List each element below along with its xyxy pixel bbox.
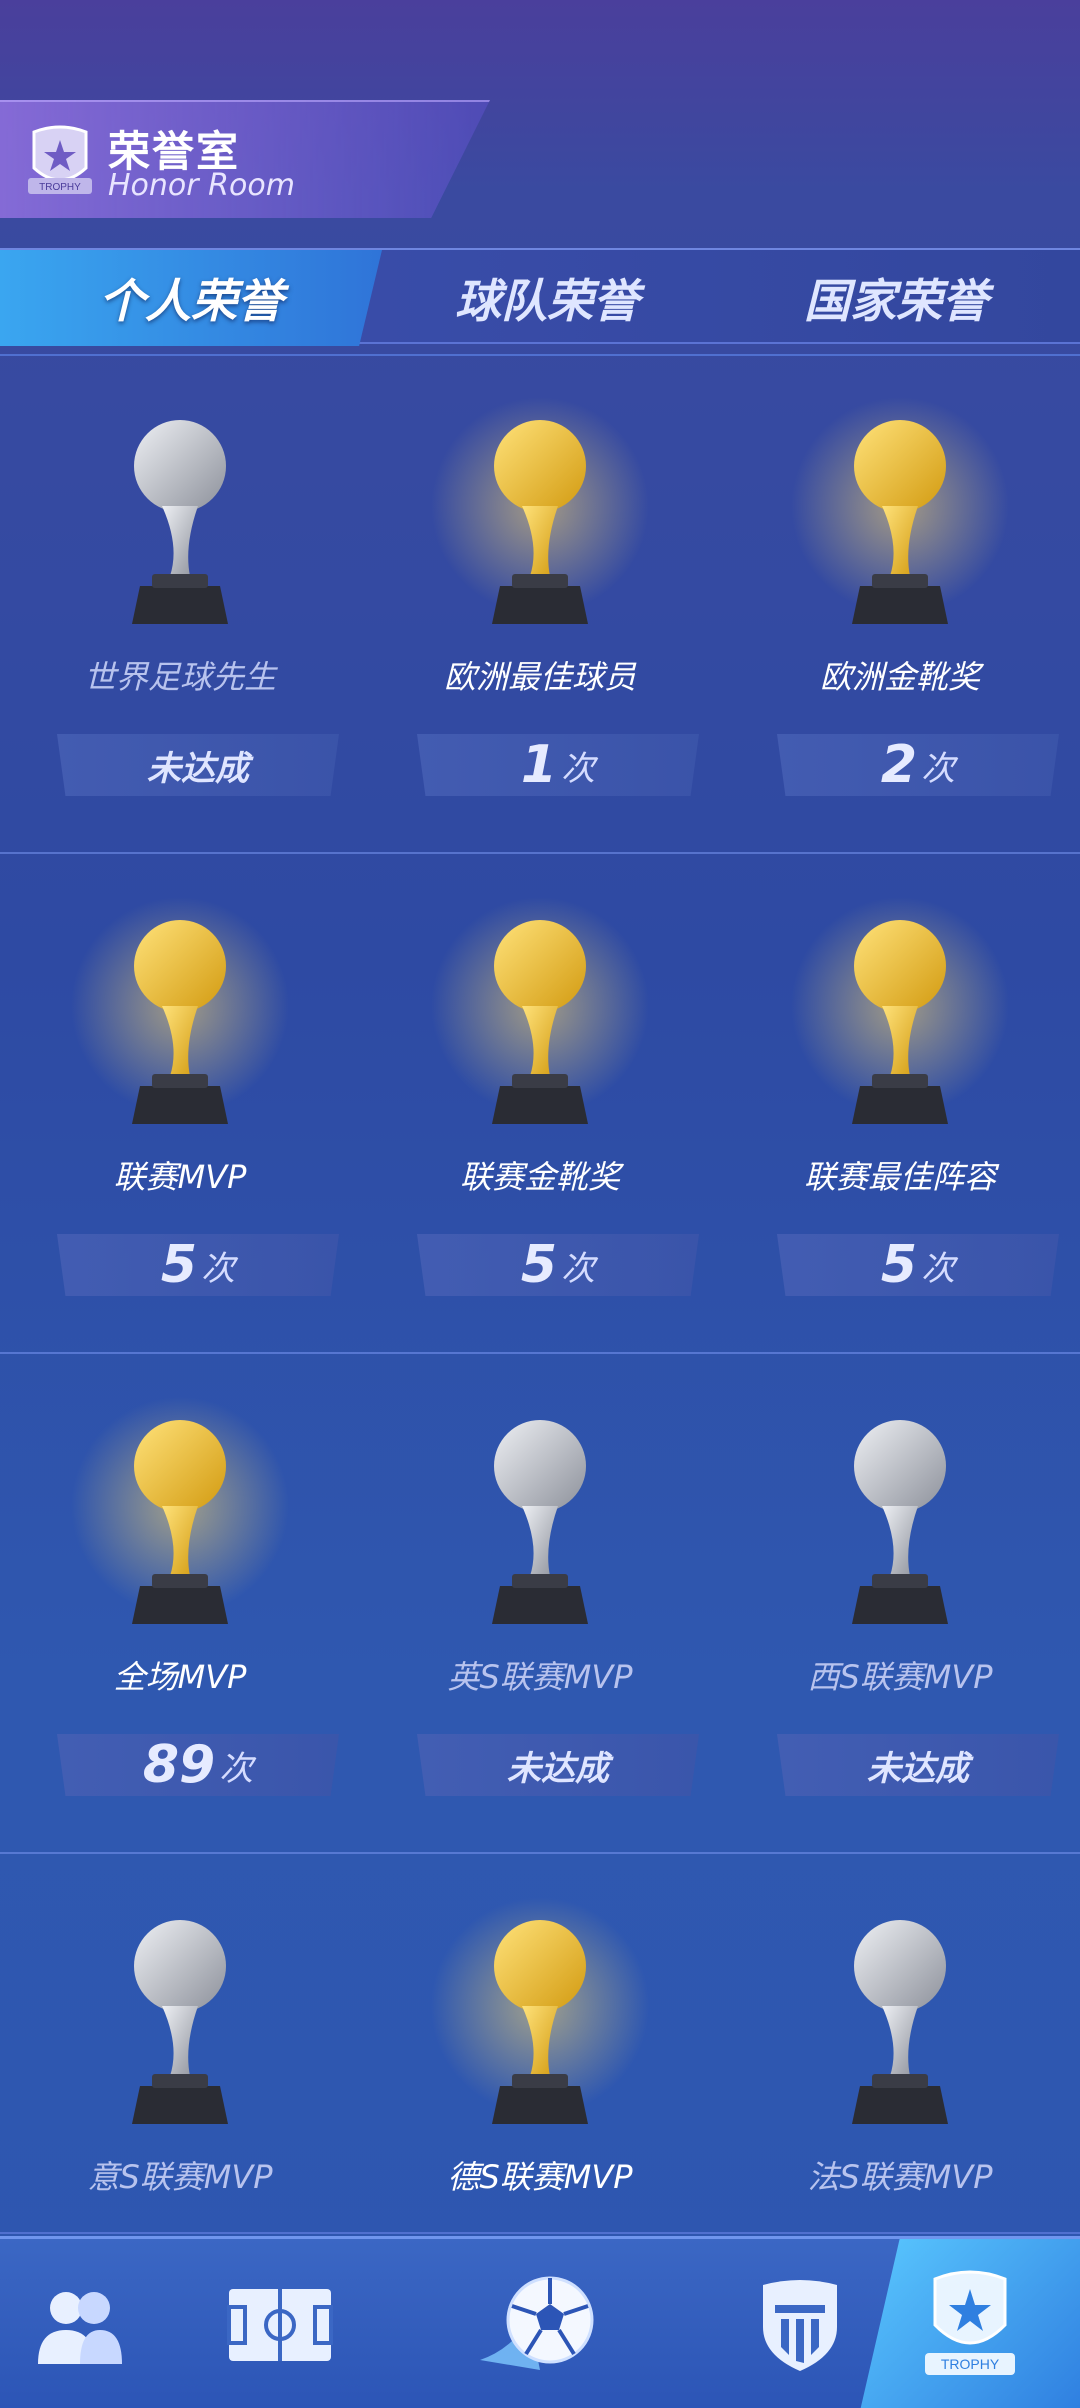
trophy-icon xyxy=(132,1920,228,2124)
trophy-card[interactable]: 英S联赛MVP 未达成 xyxy=(375,1356,705,1854)
tab-bar: 个人荣誉 球队荣誉 国家荣誉 xyxy=(0,248,1080,346)
trophy-icon xyxy=(132,420,228,624)
trophy-icon xyxy=(852,920,948,1124)
trophy-row: 联赛MVP 5 次联赛金靴奖 5 次联赛最佳阵容 5 次 xyxy=(0,856,1080,1354)
trophy-icon xyxy=(492,420,588,624)
trophy-count: 5 xyxy=(880,1235,918,1295)
tab-national-honors[interactable]: 国家荣誉 xyxy=(712,250,1080,346)
page-subtitle: Honor Room xyxy=(108,168,295,203)
trophy-icon xyxy=(492,920,588,1124)
trophy-count-badge: 5次 xyxy=(417,1234,699,1296)
svg-text:TROPHY: TROPHY xyxy=(941,2356,1000,2372)
trophy-name: 世界足球先生 xyxy=(83,658,276,696)
trophy-count-badge: 未达成 xyxy=(57,734,339,796)
trophy-count-badge: 89 次 xyxy=(57,1734,339,1796)
tab-team-honors[interactable]: 球队荣誉 xyxy=(382,250,712,346)
trophy-name: 联赛最佳阵容 xyxy=(803,1158,996,1196)
pitch-icon xyxy=(227,2289,333,2361)
trophy-grid: 世界足球先生 未达成 欧洲最佳球员 1 次欧洲金靴奖 2 次联赛MVP 5 次联赛金靴奖 5 次联赛… xyxy=(0,354,1080,2354)
bottom-nav: TROPHY xyxy=(0,2236,1080,2408)
trophy-count: 5 xyxy=(160,1235,198,1295)
trophy-name: 欧洲最佳球员 xyxy=(443,658,636,696)
trophy-card[interactable]: 欧洲金靴奖 2 次 xyxy=(735,356,1065,854)
trophy-card[interactable]: 世界足球先生未达成 xyxy=(15,356,345,854)
club-badge-icon xyxy=(763,2280,837,2371)
trophy-name: 法S联赛MVP xyxy=(807,2158,993,2196)
trophy-card[interactable]: 联赛金靴奖 5 次 xyxy=(375,856,705,1354)
trophy-name: 联赛MVP xyxy=(113,1158,247,1196)
trophy-name: 西S联赛MVP xyxy=(807,1658,993,1696)
trophy-count-badge: 2次 xyxy=(777,734,1059,796)
ball-icon xyxy=(480,2276,594,2370)
trophy-count-badge: 1次 xyxy=(417,734,699,796)
trophy-icon: TROPHY xyxy=(925,2270,1015,2375)
trophy-card[interactable]: 联赛MVP 5 次 xyxy=(15,856,345,1354)
trophy-name: 德S联赛MVP xyxy=(447,2158,633,2196)
trophy-count: 1 xyxy=(520,735,558,795)
trophy-name: 欧洲金靴奖 xyxy=(819,658,980,696)
trophy-status: 未达成 xyxy=(507,1748,609,1789)
trophy-row: 世界足球先生 未达成 欧洲最佳球员 1 次欧洲金靴奖 2 次 xyxy=(0,356,1080,854)
trophy-count: 2 xyxy=(880,735,918,795)
trophy-count-badge: 未达成 xyxy=(417,1734,699,1796)
trophy-icon xyxy=(492,1420,588,1624)
trophy-icon xyxy=(132,920,228,1124)
page-header: TROPHY 荣誉室 Honor Room xyxy=(0,100,490,218)
tab-personal-honors[interactable]: 个人荣誉 xyxy=(0,250,382,346)
trophy-count-unit: 次 xyxy=(219,1748,254,1789)
trophy-logo-icon: TROPHY xyxy=(28,125,92,194)
trophy-icon xyxy=(852,420,948,624)
trophy-count-unit: 次 xyxy=(201,1248,236,1289)
svg-text:TROPHY: TROPHY xyxy=(39,182,81,193)
trophy-count-unit: 次 xyxy=(561,1248,596,1289)
trophy-card[interactable]: 欧洲最佳球员 1 次 xyxy=(375,356,705,854)
trophy-status: 未达成 xyxy=(147,748,249,789)
trophy-count-badge: 5次 xyxy=(777,1234,1059,1296)
trophy-icon xyxy=(492,1920,588,2124)
trophy-count-badge: 5次 xyxy=(57,1234,339,1296)
nav-match[interactable] xyxy=(440,2239,640,2408)
trophy-count: 5 xyxy=(520,1235,558,1295)
trophy-card[interactable]: 西S联赛MVP 未达成 xyxy=(735,1356,1065,1854)
players-icon xyxy=(38,2292,122,2364)
trophy-card[interactable]: 全场MVP 89 次 xyxy=(15,1356,345,1854)
trophy-row: 全场MVP 89 次 英S联赛MVP 未达成 西S联赛MVP 未达成 xyxy=(0,1356,1080,1854)
trophy-count-badge: 未达成 xyxy=(777,1734,1059,1796)
trophy-count: 89 xyxy=(142,1735,216,1795)
trophy-name: 英S联赛MVP xyxy=(447,1658,633,1696)
nav-players[interactable] xyxy=(0,2239,160,2408)
trophy-count-unit: 次 xyxy=(921,1248,956,1289)
trophy-icon xyxy=(132,1420,228,1624)
nav-formation[interactable] xyxy=(180,2239,380,2408)
trophy-status: 未达成 xyxy=(867,1748,969,1789)
trophy-icon xyxy=(852,1920,948,2124)
trophy-name: 全场MVP xyxy=(113,1658,247,1696)
trophy-icon xyxy=(852,1420,948,1624)
trophy-count-unit: 次 xyxy=(561,748,596,789)
trophy-name: 意S联赛MVP xyxy=(87,2158,273,2196)
trophy-name: 联赛金靴奖 xyxy=(459,1158,620,1196)
trophy-card[interactable]: 联赛最佳阵容 5 次 xyxy=(735,856,1065,1354)
trophy-count-unit: 次 xyxy=(921,748,956,789)
